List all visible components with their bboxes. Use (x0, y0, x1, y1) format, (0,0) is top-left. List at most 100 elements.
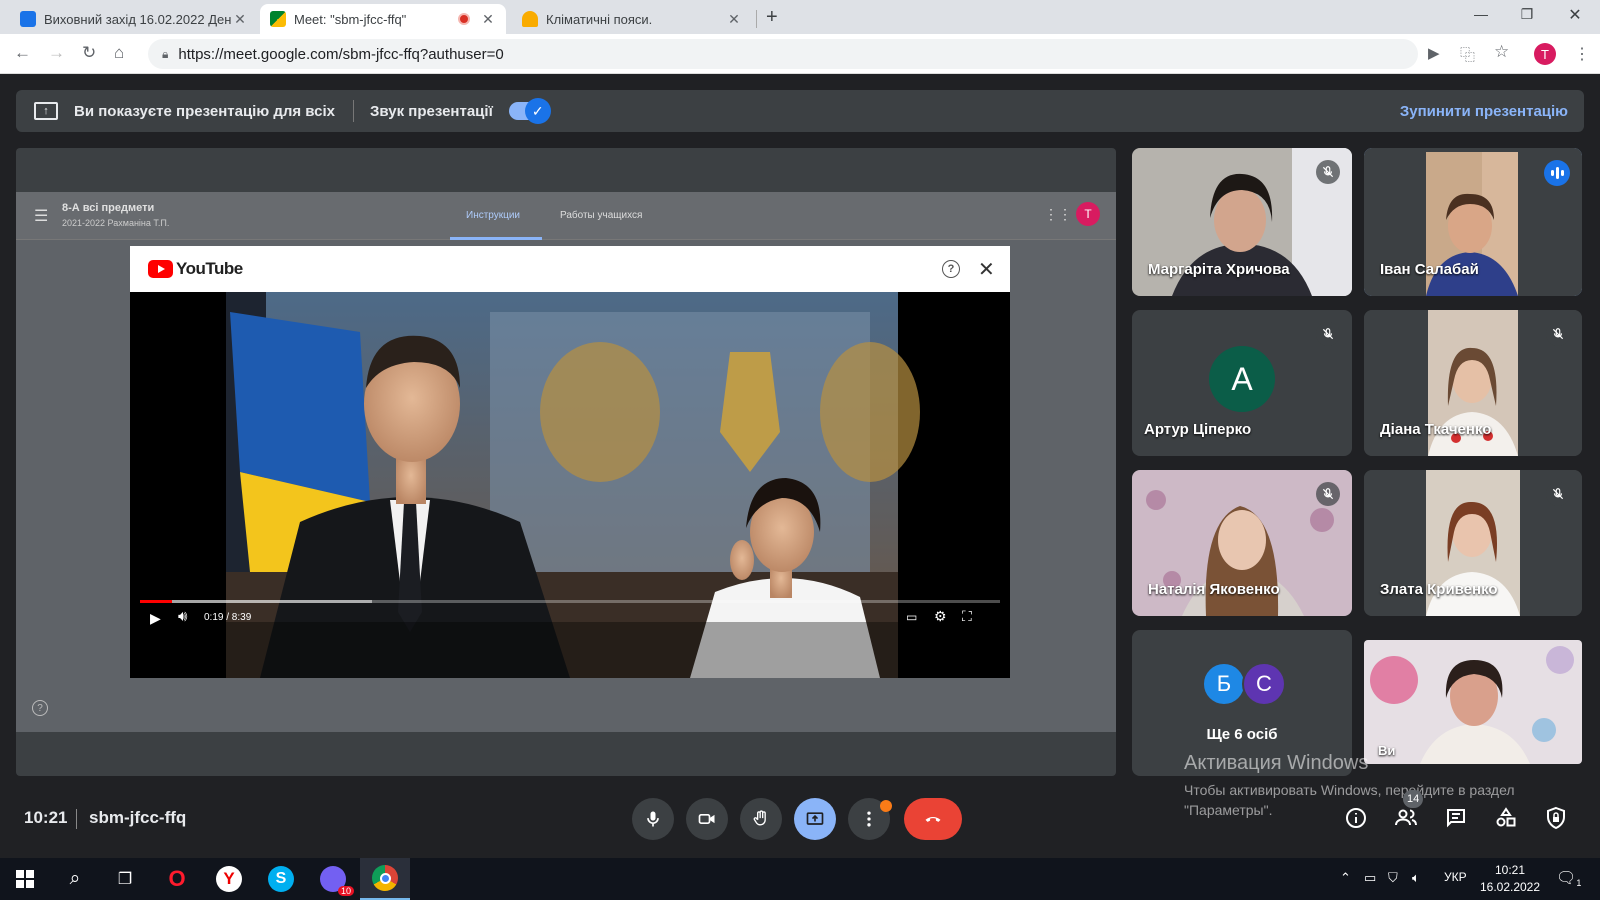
info-icon (1346, 808, 1366, 828)
microphone-icon (647, 811, 659, 827)
activities-shapes-icon (1496, 807, 1516, 827)
bookmark-star-icon[interactable]: ☆ (1494, 42, 1509, 62)
browser-tab-meet[interactable]: Meet: "sbm-jfcc-ffq" ✕ (260, 4, 506, 34)
youtube-modal: YouTube ? ✕ ▶ 🔊︎ 0:19 / 8:39 ▭ ⚙ ⛶ (130, 246, 1010, 678)
participant-name: Діана Ткаченко (1380, 421, 1492, 438)
window-close-icon[interactable]: ✕ (1552, 5, 1598, 25)
taskbar-clock[interactable]: 10:21 16.02.2022 (1478, 862, 1542, 896)
self-tile[interactable]: Ви (1364, 640, 1582, 764)
settings-gear-icon[interactable]: ⚙ (934, 608, 947, 625)
presentation-audio-label: Звук презентації (370, 102, 493, 120)
new-tab-icon[interactable]: + (766, 6, 778, 29)
raise-hand-icon (753, 810, 766, 826)
shield-lock-icon (1547, 806, 1565, 830)
windows-taskbar: ⌕ ❐ O Y S 10 ⌃ ▭ ⛉ 🔈︎ УКР 10:21 16.02.20… (0, 858, 1600, 900)
people-button[interactable] (1394, 806, 1418, 835)
mic-off-icon (1546, 482, 1570, 506)
volume-icon[interactable]: 🔊︎ (178, 608, 187, 625)
yandex-browser-icon[interactable]: Y (204, 858, 254, 900)
participant-name: Маргаріта Хричова (1148, 261, 1290, 278)
mic-off-icon (1316, 160, 1340, 184)
meeting-details-button[interactable] (1344, 806, 1368, 835)
participant-avatar: Б (1202, 662, 1246, 706)
battery-icon[interactable]: ▭ (1364, 870, 1376, 886)
stop-presenting-button[interactable]: Зупинити презентацію (1400, 103, 1568, 120)
classroom-avatar[interactable]: T (1076, 202, 1100, 226)
participant-tile[interactable]: Діана Ткаченко (1364, 310, 1582, 456)
opera-browser-icon[interactable]: O (152, 858, 202, 900)
chat-button[interactable] (1444, 806, 1468, 835)
input-language[interactable]: УКР (1444, 870, 1467, 884)
tab-title: Meet: "sbm-jfcc-ffq" (294, 11, 407, 27)
play-icon[interactable]: ▶ (150, 610, 161, 627)
chrome-icon[interactable] (360, 858, 410, 900)
self-name: Ви (1378, 743, 1396, 758)
minimize-icon[interactable]: — (1458, 6, 1504, 22)
browser-tab-strip: Виховний захід 16.02.2022 Ден ✕ Meet: "s… (0, 0, 1600, 34)
address-bar[interactable]: 🔒︎ https://meet.google.com/sbm-jfcc-ffq?… (148, 39, 1418, 69)
subtitles-icon[interactable]: ▭ (906, 610, 917, 624)
participant-tile[interactable]: Наталія Яковенко (1132, 470, 1352, 616)
task-view-icon[interactable]: ❐ (100, 858, 150, 900)
maximize-icon[interactable]: ❐ (1504, 6, 1550, 23)
close-tab-icon[interactable]: ✕ (726, 11, 742, 28)
participant-tile[interactable]: Іван Салабай (1364, 148, 1582, 296)
youtube-time: 0:19 / 8:39 (204, 612, 252, 623)
tab-title: Кліматичні пояси. (546, 11, 653, 27)
camera-icon[interactable]: ▶ (1428, 44, 1440, 62)
participant-name: Наталія Яковенко (1148, 581, 1280, 598)
notification-dot (880, 800, 892, 812)
browser-tab-climate[interactable]: Кліматичні пояси. ✕ (512, 4, 752, 34)
leave-call-button[interactable] (904, 798, 962, 840)
tab-instructions[interactable]: Инструкции (466, 210, 520, 221)
raise-hand-button[interactable] (740, 798, 782, 840)
tab-student-work[interactable]: Работы учащихся (560, 210, 642, 221)
meeting-code: sbm-jfcc-ffq (89, 808, 187, 827)
viber-icon[interactable]: 10 (308, 858, 358, 900)
recording-icon (458, 13, 470, 25)
present-now-button[interactable] (794, 798, 836, 840)
participant-avatar: С (1242, 662, 1286, 706)
participant-avatar: A (1209, 346, 1275, 412)
video-player[interactable] (130, 292, 1010, 678)
browser-menu-icon[interactable]: ⋮ (1574, 44, 1590, 64)
browser-tab-event[interactable]: Виховний захід 16.02.2022 Ден ✕ (10, 4, 258, 34)
microphone-button[interactable] (632, 798, 674, 840)
participant-name: Іван Салабай (1380, 261, 1479, 278)
youtube-help-icon[interactable]: ? (942, 260, 960, 278)
windows-start-icon[interactable] (0, 858, 50, 900)
others-count-label: Ще 6 осіб (1206, 726, 1278, 743)
host-controls-button[interactable] (1544, 806, 1568, 835)
clock-time: 10:21 (1494, 863, 1526, 877)
close-tab-icon[interactable]: ✕ (480, 11, 496, 28)
banner-divider (353, 100, 354, 122)
network-icon[interactable]: ⛉ (1388, 870, 1398, 886)
search-icon[interactable]: ⌕ (50, 858, 100, 900)
viber-badge: 10 (337, 886, 354, 896)
reload-icon[interactable]: ↻ (82, 43, 96, 63)
home-icon[interactable]: ⌂ (114, 43, 124, 63)
back-icon[interactable]: ← (14, 43, 31, 63)
youtube-close-icon[interactable]: ✕ (978, 257, 995, 282)
volume-tray-icon[interactable]: 🔈︎ (1412, 870, 1420, 886)
help-icon[interactable]: ? (32, 700, 48, 716)
presenting-text: Ви показуєте презентацію для всіх (74, 102, 335, 120)
participant-tile[interactable]: Маргаріта Хричова (1132, 148, 1352, 296)
forward-icon[interactable]: → (48, 43, 65, 63)
close-tab-icon[interactable]: ✕ (232, 11, 248, 28)
notifications-icon[interactable]: 🗨︎1 (1556, 868, 1581, 888)
course-subtitle: 2021-2022 Рахманіна Т.П. (62, 218, 170, 228)
camera-button[interactable] (686, 798, 728, 840)
participant-tile[interactable]: Злата Кривенко (1364, 470, 1582, 616)
bell-favicon-icon (522, 11, 538, 27)
activities-button[interactable] (1494, 806, 1518, 835)
participant-tile[interactable]: A Артур Ціперко (1132, 310, 1352, 456)
hamburger-menu-icon[interactable]: ☰ (34, 206, 48, 226)
skype-icon[interactable]: S (256, 858, 306, 900)
fullscreen-icon[interactable]: ⛶ (962, 608, 972, 625)
tray-overflow-icon[interactable]: ⌃ (1340, 870, 1351, 886)
tab-title: Виховний захід 16.02.2022 Ден (44, 11, 232, 27)
translate-icon[interactable]: ⿻ (1460, 44, 1475, 65)
profile-avatar[interactable]: T (1534, 43, 1556, 65)
presentation-audio-toggle[interactable]: ✓ (508, 98, 551, 124)
